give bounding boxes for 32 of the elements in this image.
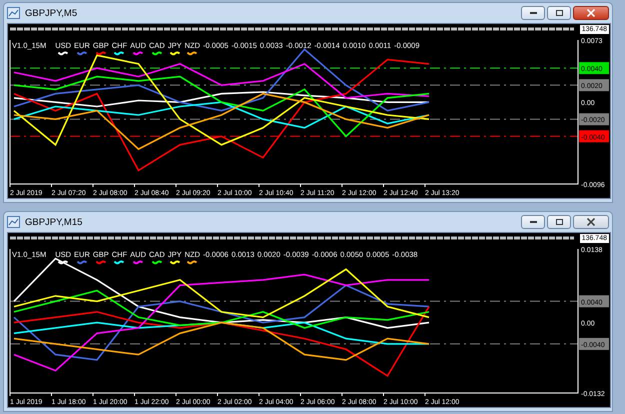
wave-icon <box>58 51 68 56</box>
wave-icon <box>187 51 198 56</box>
wave-icon <box>152 51 162 56</box>
minimize-icon <box>530 221 536 223</box>
wave-icon <box>114 260 124 265</box>
maximize-button[interactable] <box>547 215 571 229</box>
close-icon <box>587 218 595 226</box>
wave-icon <box>76 51 87 56</box>
wave-icon <box>114 51 124 56</box>
chart-window-icon <box>7 216 20 228</box>
maximize-button[interactable] <box>547 6 571 20</box>
wave-icon <box>96 51 106 56</box>
wave-icon <box>96 260 106 265</box>
close-button[interactable] <box>573 215 609 229</box>
wave-icon <box>170 51 180 56</box>
minimize-icon <box>530 12 536 14</box>
wave-icon <box>133 51 144 56</box>
close-icon <box>587 9 595 17</box>
close-button[interactable] <box>573 6 609 20</box>
wave-icon <box>170 260 180 265</box>
window-title: GBPJPY,M15 <box>25 216 82 228</box>
window-title: GBPJPY,M5 <box>25 8 78 18</box>
minimize-button[interactable] <box>521 215 545 229</box>
wave-icon <box>133 260 144 265</box>
maximize-icon <box>556 219 562 225</box>
maximize-icon <box>556 10 562 16</box>
wave-icon <box>187 260 198 265</box>
wave-icon <box>152 260 162 265</box>
minimize-button[interactable] <box>521 6 545 20</box>
chart-window-icon <box>7 7 20 19</box>
wave-icon <box>58 260 68 265</box>
wave-icon <box>76 260 87 265</box>
